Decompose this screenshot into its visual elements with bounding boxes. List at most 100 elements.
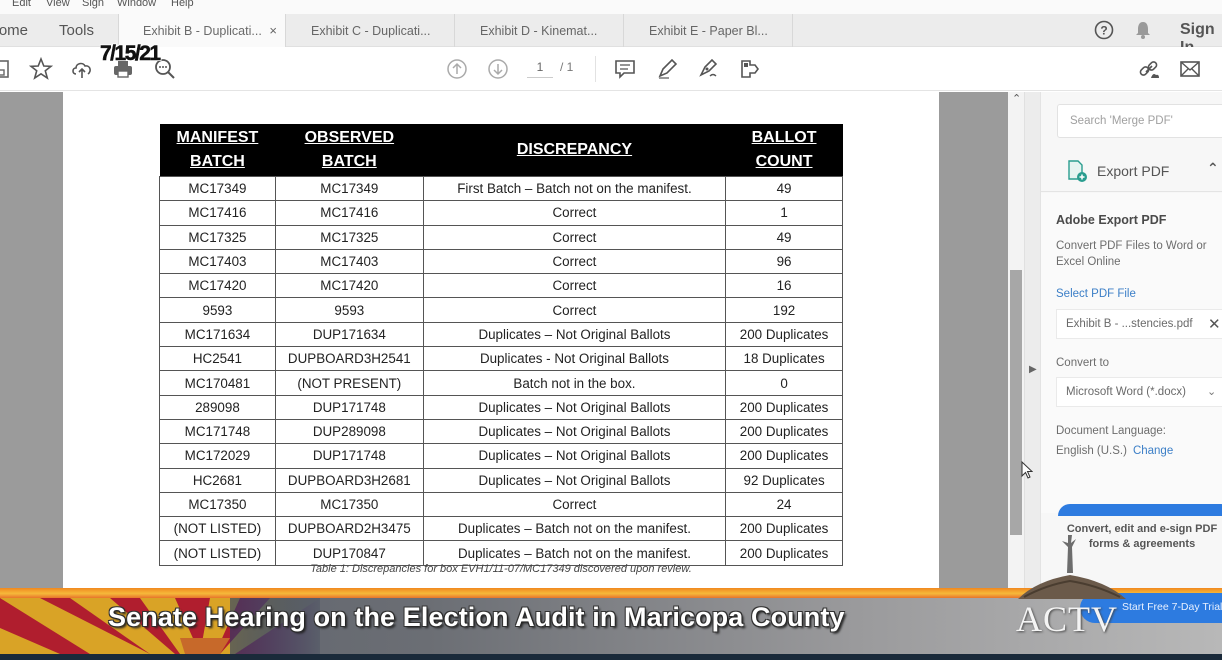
cell-observed-batch: DUP289098	[274, 418, 424, 445]
cell-discrepancy: Duplicates – Not Original Ballots	[422, 321, 727, 348]
table-caption: Table 1: Discrepancies for box EVH1/11-0…	[310, 563, 692, 575]
cell-discrepancy: Duplicates – Not Original Ballots	[422, 443, 727, 469]
tab-home[interactable]: Home	[0, 22, 28, 39]
export-pdf-header[interactable]: Export PDF ⌃	[1041, 150, 1222, 192]
discrepancy-table: MANIFEST BATCH OBSERVED BATCH DISCREPANCY …	[159, 124, 843, 566]
cell-observed-batch: MC17325	[274, 224, 424, 250]
help-icon[interactable]: ?	[1094, 20, 1114, 45]
cell-observed-batch: DUP171634	[274, 321, 424, 348]
collapse-arrow-icon[interactable]: ▶	[1029, 364, 1037, 375]
cell-discrepancy: Duplicates – Not Original Ballots	[422, 467, 727, 493]
menu-window[interactable]: Window	[117, 0, 156, 9]
cell-manifest-batch: 9593	[159, 297, 276, 323]
toolbar-divider	[595, 56, 596, 82]
scroll-up-icon[interactable]: ⌃	[1012, 92, 1021, 105]
cell-manifest-batch: MC17416	[159, 200, 276, 226]
convert-button[interactable]	[1058, 504, 1222, 516]
cell-discrepancy: Correct	[422, 224, 727, 250]
link-icon[interactable]	[1137, 57, 1161, 81]
cloud-upload-icon[interactable]	[70, 57, 94, 81]
doc-language-value: English (U.S.)	[1056, 445, 1127, 457]
cell-manifest-batch: MC17350	[159, 491, 276, 518]
cell-observed-batch: MC17416	[274, 200, 424, 226]
share-form-icon[interactable]	[737, 57, 761, 81]
tab-exhibit-e[interactable]: Exhibit E - Paper Bl...	[625, 14, 793, 47]
header-ballot-count: BALLOT COUNT	[725, 124, 843, 177]
star-icon[interactable]	[28, 56, 54, 81]
table-row: 9593 9593 Correct 192	[159, 297, 843, 323]
cell-discrepancy: Duplicates – Batch not on the manifest.	[422, 540, 727, 566]
cell-manifest-batch: MC172029	[159, 443, 276, 469]
table-row: MC17420 MC17420 Correct 16	[159, 273, 843, 299]
tab-label: Exhibit D - Kinemat...	[480, 23, 598, 38]
pane-collapse-rail[interactable]: ▶	[1024, 92, 1040, 588]
tab-label: Exhibit B - Duplicati...	[143, 23, 262, 38]
cell-observed-batch: (NOT PRESENT)	[274, 370, 424, 396]
change-language-link[interactable]: Change	[1133, 445, 1173, 457]
pdf-page: MANIFEST BATCH OBSERVED BATCH DISCREPANCY …	[63, 92, 939, 588]
previous-page-icon[interactable]	[445, 57, 469, 81]
tab-exhibit-c[interactable]: Exhibit C - Duplicati...	[287, 14, 455, 47]
cell-discrepancy: Correct	[422, 248, 727, 275]
doc-language-label: Document Language:	[1056, 425, 1166, 437]
tab-tools[interactable]: Tools	[59, 22, 94, 39]
page-number-input[interactable]: 1	[527, 60, 553, 78]
broadcast-title: Senate Hearing on the Election Audit in …	[108, 602, 845, 632]
email-icon[interactable]	[1178, 57, 1202, 81]
search-input[interactable]: Search 'Merge PDF'	[1057, 104, 1222, 138]
header-discrepancy: DISCREPANCY	[423, 124, 726, 177]
cell-ballot-count: 192	[725, 297, 843, 323]
save-icon[interactable]	[0, 57, 14, 81]
table-row: (NOT LISTED) DUP170847 Duplicates – Batch …	[159, 540, 843, 566]
cell-ballot-count: 92 Duplicates	[725, 467, 843, 493]
sign-pen-icon[interactable]	[696, 57, 720, 81]
toolbar: 1 / 1	[0, 47, 1222, 91]
cell-observed-batch: MC17350	[274, 491, 424, 518]
next-page-icon[interactable]	[486, 57, 510, 81]
tab-label: Exhibit E - Paper Bl...	[649, 23, 768, 38]
actv-logo: ACTV	[1016, 599, 1118, 639]
table-row: (NOT LISTED) DUPBOARD2H3475 Duplicates – B…	[159, 516, 843, 542]
bell-icon[interactable]	[1134, 20, 1152, 45]
cell-discrepancy: Batch not in the box.	[422, 370, 727, 396]
document-language: Document Language: English (U.S.) Change	[1056, 421, 1173, 461]
cell-observed-batch: 9593	[274, 297, 424, 323]
cell-ballot-count: 200 Duplicates	[725, 516, 843, 542]
cell-discrepancy: Correct	[422, 491, 727, 518]
document-viewer[interactable]: MANIFEST BATCH OBSERVED BATCH DISCREPANCY …	[0, 92, 1008, 588]
menu-view[interactable]: View	[46, 0, 70, 9]
file-name: Exhibit B - ...stencies.pdf	[1066, 318, 1193, 330]
cell-discrepancy: Duplicates – Not Original Ballots	[422, 418, 727, 445]
select-pdf-file-link[interactable]: Select PDF File	[1056, 288, 1136, 300]
chevron-up-icon[interactable]: ⌃	[1207, 160, 1219, 177]
table-row: 289098 DUP171748 Duplicates – Not Original…	[159, 394, 843, 420]
table-row: MC17349 MC17349 First Batch – Batch not on…	[159, 175, 843, 202]
highlight-pen-icon[interactable]	[655, 57, 679, 81]
comment-icon[interactable]	[613, 57, 637, 81]
convert-to-value: Microsoft Word (*.docx)	[1066, 386, 1186, 398]
cell-observed-batch: MC17420	[274, 273, 424, 299]
cell-manifest-batch: MC17325	[159, 224, 276, 250]
menu-help[interactable]: Help	[171, 0, 194, 9]
cell-manifest-batch: HC2541	[159, 346, 276, 372]
page-total: / 1	[560, 60, 574, 74]
close-icon[interactable]: ×	[269, 23, 277, 38]
export-pdf-label: Export PDF	[1097, 163, 1170, 179]
clear-file-icon[interactable]: ✕	[1208, 315, 1221, 333]
menu-edit[interactable]: Edit	[12, 0, 31, 9]
svg-text:?: ?	[1100, 24, 1107, 38]
table-row: HC2541 DUPBOARD3H2541 Duplicates - Not Ori…	[159, 346, 843, 372]
menu-sign[interactable]: Sign	[82, 0, 104, 9]
mouse-cursor-icon	[1021, 461, 1033, 479]
cell-discrepancy: Duplicates – Not Original Ballots	[422, 394, 727, 420]
cell-manifest-batch: MC17349	[159, 175, 276, 202]
cell-ballot-count: 18 Duplicates	[725, 346, 843, 372]
tab-exhibit-d[interactable]: Exhibit D - Kinemat...	[456, 14, 624, 47]
scrollbar-thumb[interactable]	[1010, 270, 1022, 535]
cell-manifest-batch: MC170481	[159, 370, 276, 396]
selected-file-field[interactable]: Exhibit B - ...stencies.pdf ✕	[1056, 309, 1222, 339]
chevron-down-icon: ⌄	[1207, 386, 1217, 398]
vertical-scrollbar[interactable]: ⌃	[1008, 92, 1024, 588]
convert-to-select[interactable]: Microsoft Word (*.docx) ⌄	[1056, 377, 1222, 407]
cell-ballot-count: 0	[725, 370, 843, 396]
